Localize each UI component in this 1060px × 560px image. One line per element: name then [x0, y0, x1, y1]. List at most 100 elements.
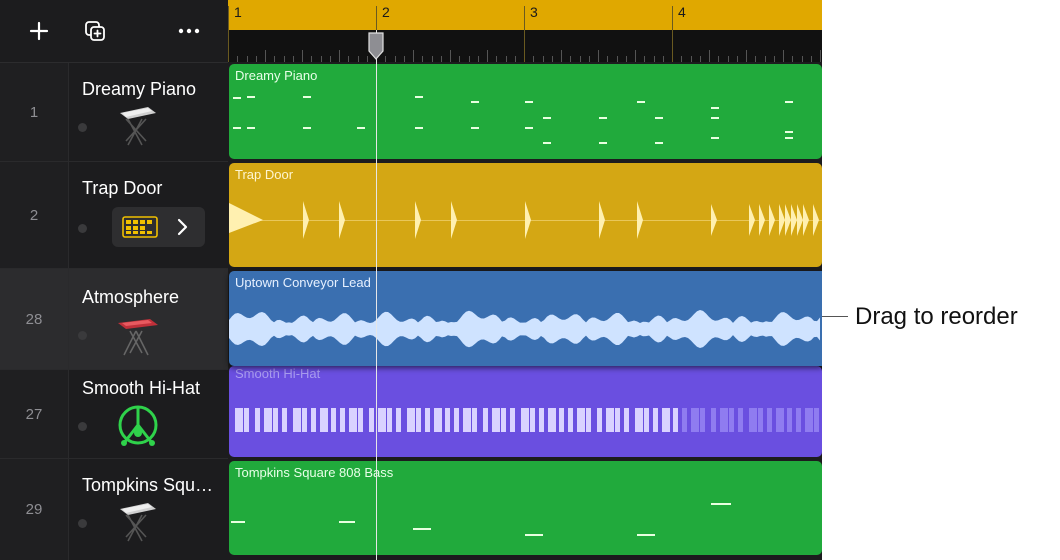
track-header-trap-door[interactable]: 2 Trap Door — [0, 162, 228, 269]
ruler-tick — [422, 56, 424, 62]
bar-line — [228, 6, 229, 62]
hihat-hit — [720, 408, 728, 432]
hihat-hit — [454, 408, 459, 432]
midi-note — [415, 127, 423, 129]
ruler-tick — [348, 56, 350, 62]
midi-note — [413, 528, 431, 530]
track-header-dreamy-piano[interactable]: 1 Dreamy Piano — [0, 63, 228, 162]
record-enable-dot[interactable] — [78, 224, 87, 233]
region-label: Dreamy Piano — [235, 68, 318, 83]
audio-waveform — [229, 310, 820, 348]
hihat-hit — [483, 408, 488, 432]
hihat-hit — [387, 408, 392, 432]
ruler-tick — [459, 56, 461, 62]
ruler-tick — [653, 56, 655, 62]
track-header-smooth-hi-hat[interactable]: 27 Smooth Hi-Hat — [0, 370, 228, 459]
record-enable-dot[interactable] — [78, 331, 87, 340]
hihat-hit — [255, 408, 260, 432]
track-toolbar — [0, 0, 228, 63]
ruler-tick — [302, 50, 303, 62]
ruler-tick — [579, 56, 581, 62]
hihat-hit — [530, 408, 535, 432]
ruler-tick — [792, 56, 794, 62]
midi-note — [655, 142, 663, 144]
drummer-icon — [118, 405, 158, 446]
track-header-tompkins-square[interactable]: 29 Tompkins Squ… — [0, 459, 228, 560]
hihat-hit — [434, 408, 442, 432]
track-header-atmosphere[interactable]: 28 Atmosphere — [0, 269, 228, 370]
bar-number: 3 — [530, 4, 538, 20]
hihat-hit — [767, 408, 772, 432]
region-tompkins-bass[interactable]: Tompkins Square 808 Bass — [229, 461, 822, 555]
hihat-hit — [805, 408, 813, 432]
daw-tracks-view: 1 2 3 4 1 Dreamy Piano 2 Trap Door 28 At… — [0, 0, 822, 560]
duplicate-track-button[interactable] — [78, 14, 112, 48]
hihat-hit — [673, 408, 678, 432]
ruler-tick — [810, 56, 812, 62]
ruler-tick — [477, 56, 479, 62]
beat-sequencer-button[interactable] — [112, 207, 205, 247]
region-smooth-hi-hat[interactable]: Smooth Hi-Hat — [229, 366, 822, 457]
hihat-hit — [577, 408, 585, 432]
ruler-tick — [551, 56, 553, 62]
more-options-button[interactable] — [172, 14, 206, 48]
midi-note — [415, 96, 423, 98]
ruler-tick — [274, 56, 276, 62]
hihat-hit — [302, 408, 307, 432]
hihat-hit — [264, 408, 272, 432]
hihat-hit — [282, 408, 287, 432]
hihat-hit — [425, 408, 430, 432]
ruler-tick — [496, 56, 498, 62]
synth-stand-icon — [118, 319, 158, 356]
ruler-tick — [246, 56, 248, 62]
timeline-ruler[interactable]: 1 2 3 4 — [228, 0, 822, 62]
region-uptown-conveyor-lead[interactable]: Uptown Conveyor Lead — [229, 271, 822, 366]
ruler-tick — [403, 56, 405, 62]
midi-note — [247, 96, 255, 98]
callout-label: Drag to reorder — [855, 303, 1018, 330]
playhead-handle[interactable] — [367, 31, 385, 61]
ruler-tick — [450, 50, 451, 62]
add-track-button[interactable] — [22, 14, 56, 48]
hihat-hit — [787, 408, 792, 432]
midi-note — [637, 101, 645, 103]
region-trap-door[interactable]: Trap Door — [229, 163, 822, 267]
record-enable-dot[interactable] — [78, 422, 87, 431]
hihat-hit — [691, 408, 699, 432]
hihat-hit — [606, 408, 614, 432]
midi-note — [543, 117, 551, 119]
ruler-tick — [764, 56, 766, 62]
ruler-tick — [561, 50, 562, 62]
hihat-hit — [349, 408, 357, 432]
midi-note — [525, 534, 543, 536]
hihat-hit — [293, 408, 301, 432]
cycle-region-bar[interactable] — [228, 0, 822, 30]
ruler-tick — [514, 56, 516, 62]
midi-note — [637, 534, 655, 536]
region-dreamy-piano[interactable]: Dreamy Piano — [229, 64, 822, 159]
midi-note — [339, 521, 355, 523]
ruler-tick — [746, 50, 747, 62]
hihat-hit — [463, 408, 471, 432]
bar-number: 2 — [382, 4, 390, 20]
midi-note — [357, 127, 365, 129]
ruler-tick — [801, 56, 803, 62]
midi-note — [247, 127, 255, 129]
region-label: Smooth Hi-Hat — [235, 366, 321, 381]
bar-number: 1 — [234, 4, 242, 20]
hihat-hit — [644, 408, 649, 432]
ruler-tick — [542, 56, 544, 62]
ruler-tick — [385, 56, 387, 62]
record-enable-dot[interactable] — [78, 123, 87, 132]
track-number: 29 — [0, 459, 69, 560]
hihat-hit — [586, 408, 591, 432]
duplicate-icon — [85, 21, 105, 41]
record-enable-dot[interactable] — [78, 519, 87, 528]
hihat-hit — [662, 408, 670, 432]
hihat-hit — [521, 408, 529, 432]
hihat-hit — [635, 408, 643, 432]
ruler-tick — [588, 56, 590, 62]
track-name: Trap Door — [82, 178, 163, 198]
hihat-hit — [378, 408, 386, 432]
hihat-hit — [548, 408, 556, 432]
